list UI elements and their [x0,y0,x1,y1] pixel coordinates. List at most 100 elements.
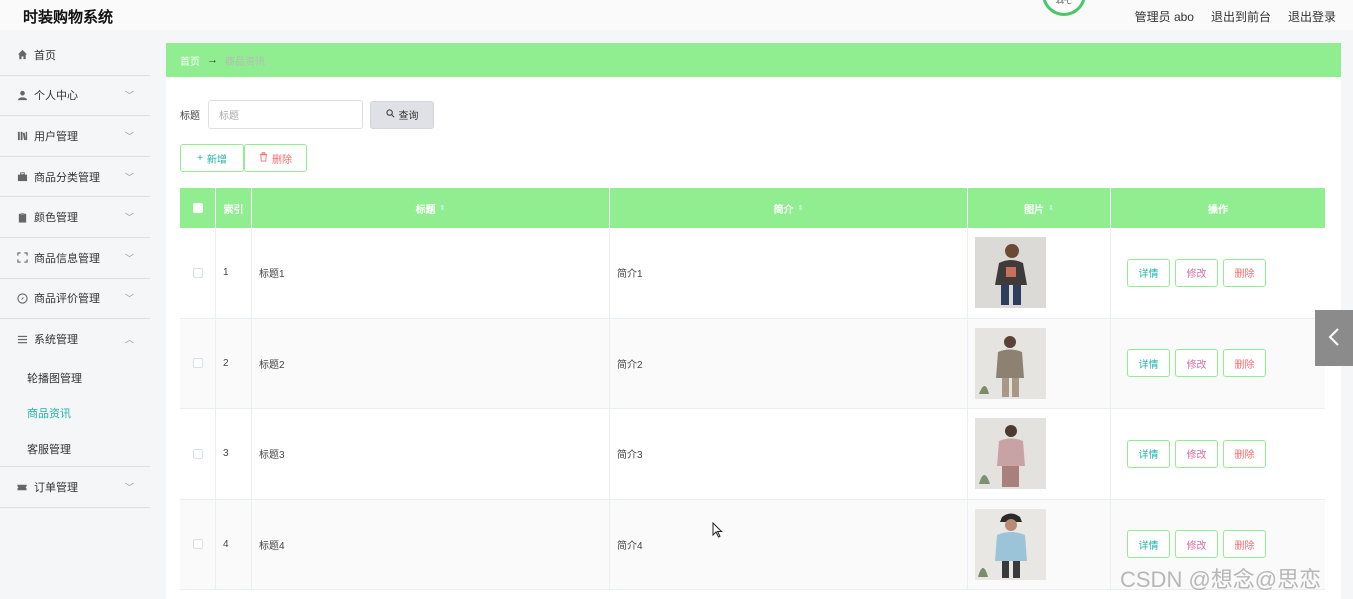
books-icon [16,130,28,142]
row-index: 1 [216,228,252,318]
sort-icon: ⇕ [797,205,804,212]
chevron-down-icon: ﹀ [124,90,134,101]
edit-button[interactable]: 修改 [1175,439,1218,468]
detail-button[interactable]: 详情 [1127,349,1170,378]
edit-button[interactable]: 修改 [1175,258,1218,287]
edit-button[interactable]: 修改 [1175,349,1218,378]
table-row: 3 标题3 简介3 详情 修改 删除 [180,409,1325,500]
sidebar: 首页 个人中心 ﹀ 用户管理 ﹀ 商品分类管理 ﹀ 颜色管理 ﹀ 商品信息管理 … [0,35,150,599]
row-checkbox[interactable] [192,267,203,278]
row-index: 3 [216,409,252,499]
row-ops-cell: 详情 修改 删除 [1111,319,1325,409]
sidebar-item-label: 商品分类管理 [34,171,100,184]
plus-icon: + [197,152,203,164]
admin-user-label: 管理员 abo [1134,10,1194,24]
delete-button[interactable]: 删除 [1223,258,1266,287]
delete-button[interactable]: 删除 [1223,349,1266,378]
sidebar-item-review-management[interactable]: 商品评价管理 ﹀ [0,279,150,320]
news-table: 索引 标题 ⇕ 简介 ⇕ 图片 ⇕ 操作 1 标题1 简介1 详情 修改 删除 … [180,188,1325,590]
breadcrumb: 首页 → 商品资讯 [166,43,1341,77]
sidebar-item-label: 用户管理 [34,130,78,143]
row-ops-cell: 详情 修改 删除 [1111,409,1325,499]
collapse-side-tab[interactable] [1315,310,1353,366]
sidebar-subitem-carousel[interactable]: 轮播图管理 [0,360,150,396]
sidebar-item-home[interactable]: 首页 [0,35,150,76]
detail-button[interactable]: 详情 [1127,258,1170,287]
edit-button[interactable]: 修改 [1175,530,1218,559]
sidebar-subitem-customer-service[interactable]: 客服管理 [0,431,150,467]
sort-icon: ⇕ [1048,205,1054,212]
sidebar-item-product-info[interactable]: 商品信息管理 ﹀ [0,238,150,279]
sidebar-item-label: 个人中心 [34,90,78,103]
product-image[interactable] [975,508,1046,580]
header-intro-label: 简介 [773,204,794,216]
row-intro: 简介1 [610,228,968,318]
row-select-cell [180,228,216,318]
chevron-down-icon: ﹀ [124,172,134,183]
frame-icon [16,252,28,264]
header-index: 索引 [216,188,252,228]
sidebar-item-label: 首页 [34,49,56,62]
row-actions: 详情 修改 删除 [1118,258,1266,287]
row-index: 4 [216,499,252,589]
row-actions: 详情 修改 删除 [1118,439,1266,468]
row-intro: 简介2 [610,318,968,408]
detail-button[interactable]: 详情 [1127,530,1170,559]
product-image[interactable] [975,418,1046,490]
row-intro: 简介3 [610,409,968,499]
sidebar-item-label: 商品信息管理 [34,252,100,265]
delete-button[interactable]: 删除 [1223,439,1266,468]
sidebar-item-label: 订单管理 [34,482,78,495]
sidebar-item-category-management[interactable]: 商品分类管理 ﹀ [0,157,150,198]
chevron-down-icon: ﹀ [124,482,134,493]
clipboard-icon [16,211,28,223]
logout-link[interactable]: 退出登录 [1288,8,1336,25]
chevron-down-icon: ﹀ [124,253,134,264]
row-ops-cell: 详情 修改 删除 [1111,228,1325,318]
product-image[interactable] [975,327,1046,399]
header-image[interactable]: 图片 ⇕ [968,188,1111,228]
header-title[interactable]: 标题 ⇕ [252,188,610,228]
header-intro[interactable]: 简介 ⇕ [610,188,968,228]
breadcrumb-home[interactable]: 首页 [180,53,200,68]
sidebar-item-label: 系统管理 [34,334,78,347]
search-button[interactable]: 查询 [370,100,434,129]
row-checkbox[interactable] [192,448,203,459]
chevron-down-icon: ﹀ [124,212,134,223]
product-image[interactable] [975,237,1046,309]
row-index: 2 [216,318,252,408]
row-checkbox[interactable] [192,358,203,369]
header-title-label: 标题 [415,204,436,216]
table-body: 1 标题1 简介1 详情 修改 删除 2 标题2 简介2 详情 修改 删除 3 … [180,228,1325,590]
row-actions: 详情 修改 删除 [1118,349,1266,378]
sidebar-item-system-management[interactable]: 系统管理 ︿ [0,319,150,360]
table-row: 1 标题1 简介1 详情 修改 删除 [180,228,1325,319]
row-image-cell [968,499,1111,589]
search-input[interactable]: 标题 [208,100,363,129]
batch-delete-button[interactable]: 删除 [244,144,307,172]
add-button[interactable]: + 新增 [180,144,244,172]
table-header: 索引 标题 ⇕ 简介 ⇕ 图片 ⇕ 操作 [180,188,1325,228]
top-header: 时装购物系统 44°C 管理员 abo 退出到前台 退出登录 [0,0,1353,30]
search-icon [385,108,395,121]
select-all-checkbox[interactable] [192,203,203,213]
row-title: 标题1 [252,228,610,318]
back-to-front-link[interactable]: 退出到前台 [1211,8,1271,25]
row-select-cell [180,499,216,589]
sidebar-item-user-management[interactable]: 用户管理 ﹀ [0,116,150,157]
sidebar-item-personal-center[interactable]: 个人中心 ﹀ [0,76,150,117]
detail-button[interactable]: 详情 [1127,439,1170,468]
row-checkbox[interactable] [192,539,203,550]
table-row: 2 标题2 简介2 详情 修改 删除 [180,318,1325,409]
delete-button[interactable]: 删除 [1223,530,1266,559]
row-image-cell [968,318,1111,408]
header-ops: 操作 [1208,204,1228,216]
sidebar-item-color-management[interactable]: 颜色管理 ﹀ [0,197,150,238]
search-row: 标题 标题 查询 [180,100,434,129]
search-button-label: 查询 [398,111,419,122]
chevron-down-icon: ﹀ [124,293,134,304]
row-select-cell [180,318,216,408]
sidebar-item-order-management[interactable]: 订单管理 ﹀ [0,467,150,508]
sidebar-subitem-product-news[interactable]: 商品资讯 [0,395,150,431]
watermark: CSDN @想念@思恋 [1120,567,1322,592]
